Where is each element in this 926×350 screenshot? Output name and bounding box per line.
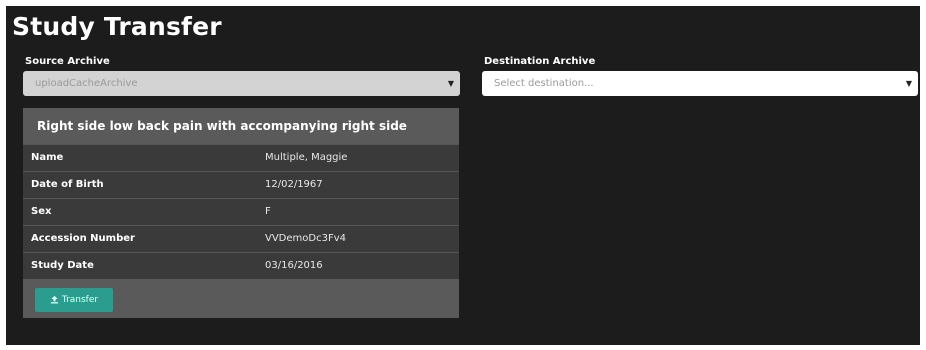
page-title: Study Transfer bbox=[12, 12, 222, 41]
source-archive-select[interactable]: uploadCacheArchive ▼ bbox=[23, 71, 460, 96]
transfer-button[interactable]: Transfer bbox=[35, 288, 113, 312]
source-archive-label: Source Archive bbox=[25, 56, 110, 67]
destination-archive-label: Destination Archive bbox=[484, 56, 596, 67]
row-label: Name bbox=[31, 152, 64, 163]
row-value: F bbox=[265, 206, 271, 217]
study-description: Right side low back pain with accompanyi… bbox=[37, 119, 407, 169]
study-row-sex: Sex F bbox=[23, 198, 459, 225]
row-value: 12/02/1967 bbox=[265, 179, 323, 190]
caret-down-icon: ▼ bbox=[447, 79, 454, 88]
study-transfer-panel: Study Transfer Source Archive Destinatio… bbox=[6, 6, 920, 345]
caret-down-icon: ▼ bbox=[905, 79, 912, 88]
transfer-label: Transfer bbox=[61, 295, 99, 305]
row-value: Multiple, Maggie bbox=[265, 152, 348, 163]
study-row-date-of-birth: Date of Birth 12/02/1967 bbox=[23, 171, 459, 198]
study-row-study-date: Study Date 03/16/2016 bbox=[23, 252, 459, 279]
row-label: Date of Birth bbox=[31, 179, 104, 190]
row-label: Study Date bbox=[31, 260, 94, 271]
upload-icon bbox=[50, 295, 58, 304]
row-label: Sex bbox=[31, 206, 52, 217]
source-archive-value: uploadCacheArchive bbox=[35, 78, 138, 89]
row-value: VVDemoDc3Fv4 bbox=[265, 233, 346, 244]
study-row-accession-number: Accession Number VVDemoDc3Fv4 bbox=[23, 225, 459, 252]
row-value: 03/16/2016 bbox=[265, 260, 323, 271]
study-card: Right side low back pain with accompanyi… bbox=[23, 108, 459, 318]
row-label: Accession Number bbox=[31, 233, 135, 244]
study-row-name: Name Multiple, Maggie bbox=[23, 144, 459, 171]
destination-archive-placeholder: Select destination... bbox=[494, 78, 594, 89]
destination-archive-select[interactable]: Select destination... ▼ bbox=[482, 71, 918, 96]
